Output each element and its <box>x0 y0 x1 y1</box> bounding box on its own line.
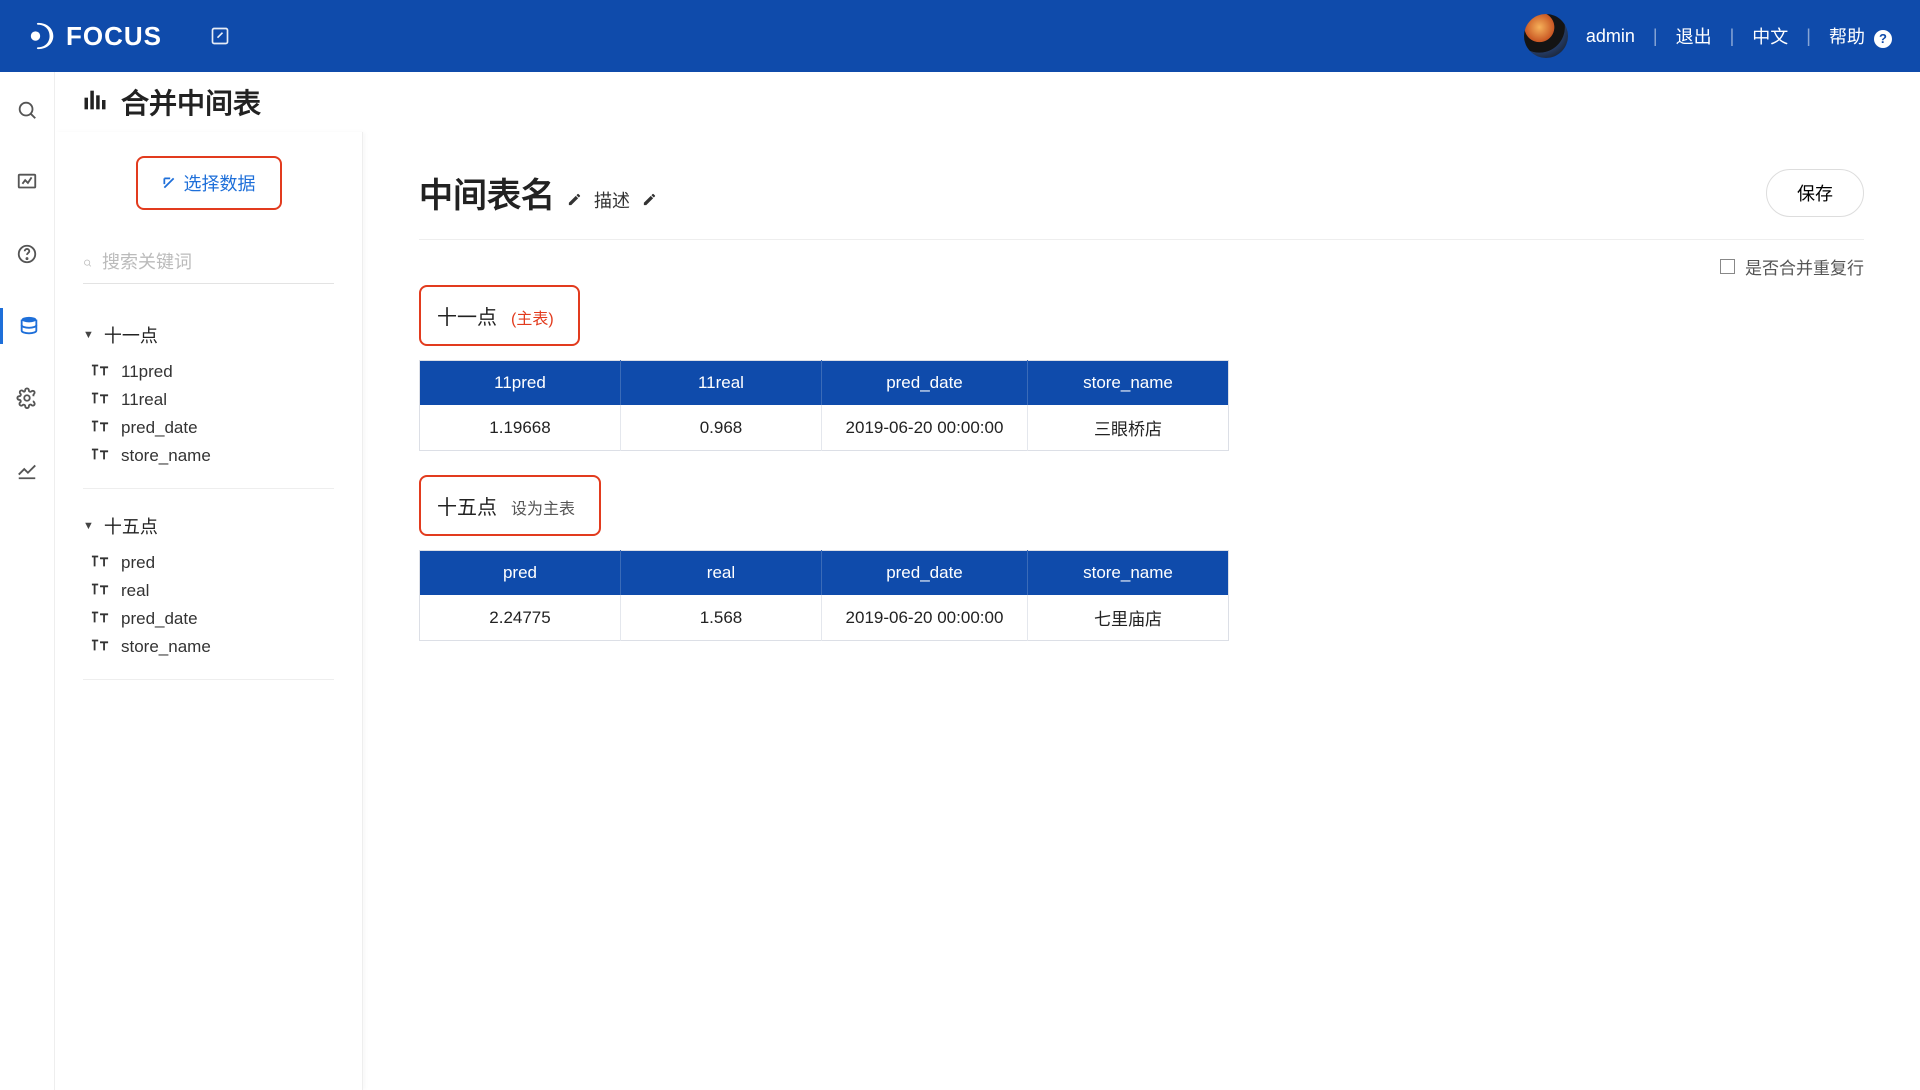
section-title: 十五点 <box>437 491 497 520</box>
checkbox-icon[interactable] <box>1720 259 1735 274</box>
tree-field-label: pred <box>121 553 155 573</box>
table-cell: 2019-06-20 00:00:00 <box>821 595 1027 641</box>
select-data-button[interactable]: 选择数据 <box>136 156 282 210</box>
merge-duplicate-label: 是否合并重复行 <box>1745 254 1864 279</box>
table-cell: 2.24775 <box>420 595 621 641</box>
tree-group-0[interactable]: ▼ 十一点 <box>83 316 334 354</box>
side-panel: 选择数据 ▼ 十一点 11pred 11real pred_date store_name… <box>55 132 363 1090</box>
topbar: FOCUS admin | 退出 | 中文 | 帮助 ? <box>0 0 1920 72</box>
column-header: 11real <box>620 361 821 406</box>
tree-field-label: store_name <box>121 637 211 657</box>
table-section-header-1: 十五点设为主表 <box>419 475 601 536</box>
rail-trend-icon[interactable] <box>0 452 55 488</box>
column-header: real <box>620 551 821 596</box>
table-cell: 七里庙店 <box>1027 595 1228 641</box>
table-cell: 1.568 <box>620 595 821 641</box>
column-header: store_name <box>1027 361 1228 406</box>
text-field-icon <box>91 446 109 466</box>
primary-table-badge: (主表) <box>511 305 554 329</box>
table-cell: 三眼桥店 <box>1027 405 1228 451</box>
brand-logo-icon <box>28 21 58 51</box>
column-header: store_name <box>1027 551 1228 596</box>
brand[interactable]: FOCUS <box>28 21 162 52</box>
rail-search[interactable] <box>0 92 55 128</box>
edit-name-icon[interactable] <box>567 192 582 207</box>
tree-field[interactable]: real <box>91 577 334 605</box>
help-icon: ? <box>1874 30 1892 48</box>
tree-field[interactable]: pred_date <box>91 605 334 633</box>
avatar[interactable] <box>1524 14 1568 58</box>
search-icon <box>83 254 92 272</box>
rail-help-icon[interactable] <box>0 236 55 272</box>
caret-down-icon: ▼ <box>83 520 94 532</box>
tree-field-label: pred_date <box>121 418 198 438</box>
tree-field[interactable]: pred_date <box>91 414 334 442</box>
text-field-icon <box>91 553 109 573</box>
search-field[interactable] <box>83 252 334 284</box>
column-header: pred_date <box>821 361 1027 406</box>
tree-field-label: real <box>121 581 149 601</box>
table-row: 2.247751.5682019-06-20 00:00:00七里庙店 <box>420 595 1229 641</box>
tree-field[interactable]: 11pred <box>91 358 334 386</box>
section-title: 十一点 <box>437 301 497 330</box>
data-table-1: predrealpred_datestore_name2.247751.5682… <box>419 550 1229 641</box>
tree-group-1[interactable]: ▼ 十五点 <box>83 507 334 545</box>
username[interactable]: admin <box>1586 26 1635 47</box>
merge-duplicate-row[interactable]: 是否合并重复行 <box>419 254 1864 279</box>
column-header: pred <box>420 551 621 596</box>
edit-icon[interactable] <box>210 26 230 46</box>
text-field-icon <box>91 609 109 629</box>
tree-field-label: store_name <box>121 446 211 466</box>
page-title-bar: 合并中间表 <box>55 72 1920 132</box>
rail-data-icon[interactable] <box>0 308 55 344</box>
topbar-right: admin | 退出 | 中文 | 帮助 ? <box>1524 14 1892 58</box>
table-cell: 1.19668 <box>420 405 621 451</box>
text-field-icon <box>91 390 109 410</box>
column-header: pred_date <box>821 551 1027 596</box>
help-link[interactable]: 帮助 ? <box>1829 23 1892 49</box>
table-section-header-0: 十一点 (主表) <box>419 285 580 346</box>
main-area: 中间表名 描述 保存 是否合并重复行 十一点(主表)11pred11realpr… <box>363 132 1920 1090</box>
rail-settings-icon[interactable] <box>0 380 55 416</box>
bar-chart-icon <box>81 86 109 119</box>
tree-field-label: 11pred <box>121 362 173 382</box>
nav-rail <box>0 72 55 1090</box>
set-primary-action[interactable]: 设为主表 <box>511 495 575 519</box>
language-link[interactable]: 中文 <box>1752 23 1788 49</box>
tree-field[interactable]: store_name <box>91 633 334 661</box>
table-cell: 0.968 <box>620 405 821 451</box>
page-title: 合并中间表 <box>121 82 261 122</box>
text-field-icon <box>91 362 109 382</box>
select-data-label: 选择数据 <box>184 170 256 196</box>
save-button[interactable]: 保存 <box>1766 169 1864 217</box>
table-cell: 2019-06-20 00:00:00 <box>821 405 1027 451</box>
text-field-icon <box>91 418 109 438</box>
field-tree: ▼ 十一点 11pred 11real pred_date store_name ▼ 十五点 p… <box>83 316 334 698</box>
tree-field-label: 11real <box>121 390 167 410</box>
tree-field[interactable]: store_name <box>91 442 334 470</box>
brand-name: FOCUS <box>66 21 162 52</box>
edit-description-icon[interactable] <box>642 192 657 207</box>
rail-chart-icon[interactable] <box>0 164 55 200</box>
arrow-up-left-icon <box>162 176 176 190</box>
tree-group-label: 十一点 <box>104 322 158 348</box>
caret-down-icon: ▼ <box>83 329 94 341</box>
tree-field[interactable]: 11real <box>91 386 334 414</box>
table-row: 1.196680.9682019-06-20 00:00:00三眼桥店 <box>420 405 1229 451</box>
help-label: 帮助 <box>1829 27 1865 47</box>
text-field-icon <box>91 581 109 601</box>
mid-table-name: 中间表名 <box>419 168 555 217</box>
column-header: 11pred <box>420 361 621 406</box>
tree-field-label: pred_date <box>121 609 198 629</box>
logout-link[interactable]: 退出 <box>1676 23 1712 49</box>
tree-field[interactable]: pred <box>91 549 334 577</box>
tree-group-label: 十五点 <box>104 513 158 539</box>
search-input[interactable] <box>102 252 334 273</box>
description-label: 描述 <box>594 187 630 213</box>
data-table-0: 11pred11realpred_datestore_name1.196680.… <box>419 360 1229 451</box>
text-field-icon <box>91 637 109 657</box>
